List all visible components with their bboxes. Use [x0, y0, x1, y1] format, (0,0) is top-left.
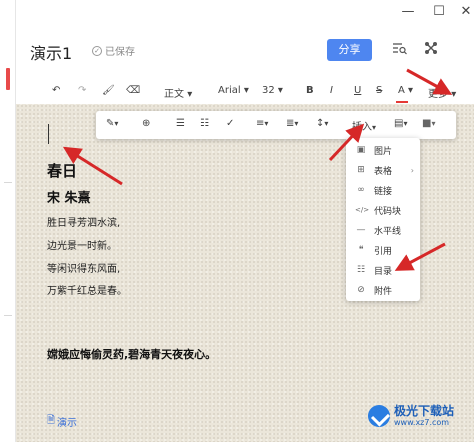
format-painter-icon[interactable]: 🖌	[102, 85, 115, 96]
app-sidebar-edge	[0, 0, 16, 442]
font-color-swatch	[396, 101, 408, 103]
align-icon[interactable]: ≡▾	[256, 118, 268, 129]
block-style-icon[interactable]: ▤▾	[394, 118, 407, 129]
link-icon: ∞	[357, 185, 365, 195]
menu-item-quote[interactable]: ❝ 引用	[346, 240, 420, 260]
sidebar-divider	[4, 315, 12, 316]
font-family-select[interactable]: Arial ▾	[218, 85, 249, 96]
clear-format-icon[interactable]: ⌫	[126, 85, 140, 96]
table-icon: ⊞	[357, 165, 365, 175]
watermark: 极光下载站 www.xz7.com	[368, 404, 454, 428]
indent-icon[interactable]: ≣▾	[286, 118, 298, 129]
menu-item-table[interactable]: ⊞ 表格 ›	[346, 160, 420, 180]
text-caret	[48, 124, 49, 144]
poem-author: 宋 朱熹	[47, 191, 91, 206]
underline-button[interactable]: U	[354, 85, 361, 96]
document-icon: 🗎	[47, 415, 56, 426]
poem-line: 胜日寻芳泗水滨,	[47, 218, 121, 229]
sidebar-divider	[4, 182, 12, 183]
more-button[interactable]: 更多 ▾	[428, 85, 456, 100]
watermark-url: www.xz7.com	[394, 418, 450, 427]
footer-link[interactable]: 🗎 演示	[47, 413, 77, 430]
numbered-list-icon[interactable]: ☷	[200, 118, 209, 129]
horizontal-rule-icon: —	[356, 225, 366, 235]
line-height-icon[interactable]: ↕▾	[316, 118, 328, 129]
check-list-icon[interactable]: ✓	[226, 118, 234, 129]
link-icon[interactable]: ⊕	[142, 118, 150, 129]
poem-line: 边光景一时新。	[47, 241, 117, 252]
quote-icon: ❝	[358, 245, 364, 255]
minimize-button[interactable]: —	[400, 4, 416, 19]
code-icon: </>	[355, 206, 370, 214]
close-button[interactable]: ✕	[458, 4, 474, 19]
menu-item-attachment[interactable]: ⊘ 附件	[346, 280, 420, 300]
cloud-check-icon: ✓	[92, 45, 102, 56]
watermark-name: 极光下载站	[394, 404, 455, 418]
insert-menu: ▣ 图片 ⊞ 表格 › ∞ 链接 </> 代码块 — 水平线 ❝ 引用 ☷ 目录 ⊘ 附件	[346, 138, 420, 301]
italic-button[interactable]: I	[330, 85, 333, 96]
toc-icon: ☷	[356, 265, 366, 275]
menu-item-horizontal-rule[interactable]: — 水平线	[346, 220, 420, 240]
menu-item-code-block[interactable]: </> 代码块	[346, 200, 420, 220]
menu-item-link[interactable]: ∞ 链接	[346, 180, 420, 200]
share-graph-icon[interactable]	[424, 41, 438, 59]
redo-icon[interactable]: ↷	[78, 85, 86, 96]
font-color-button[interactable]: A ▾	[398, 85, 413, 96]
poem-title: 春日	[47, 162, 78, 180]
paperclip-icon: ⊘	[357, 285, 365, 295]
bold-verse: 嫦娥应悔偷灵药,碧海青天夜夜心。	[47, 348, 217, 361]
save-status: ✓ 已保存	[92, 43, 135, 58]
save-status-label: 已保存	[105, 47, 135, 58]
sidebar-active-marker	[6, 68, 10, 90]
share-button[interactable]: 分享	[327, 39, 372, 61]
image-icon: ▣	[356, 145, 366, 155]
poem-line: 万紫千红总是春。	[47, 286, 127, 297]
color-block-icon[interactable]: ■▾	[422, 118, 435, 129]
maximize-button[interactable]: ☐	[431, 4, 447, 19]
highlight-icon[interactable]: ✎▾	[106, 118, 118, 129]
menu-item-image[interactable]: ▣ 图片	[346, 140, 420, 160]
watermark-logo-icon	[368, 405, 390, 427]
strikethrough-button[interactable]: S	[376, 85, 382, 96]
outline-search-icon[interactable]	[392, 41, 408, 59]
paragraph-style-select[interactable]: 正文 ▾	[164, 85, 192, 100]
bullet-list-icon[interactable]: ☰	[176, 118, 185, 129]
document-title[interactable]: 演示1	[30, 40, 72, 64]
undo-icon[interactable]: ↶	[52, 85, 60, 96]
footer-link-label: 演示	[57, 418, 78, 429]
insert-button[interactable]: 插入▾	[352, 118, 376, 133]
poem-line: 等闲识得东风面,	[47, 264, 121, 275]
chevron-right-icon: ›	[410, 165, 414, 175]
bold-button[interactable]: B	[306, 85, 314, 96]
menu-item-toc[interactable]: ☷ 目录	[346, 260, 420, 280]
font-size-select[interactable]: 32 ▾	[262, 85, 283, 96]
floating-toolbar: ✎▾ ⊕ ☰ ☷ ✓ ≡▾ ≣▾ ↕▾ 插入▾ ▤▾ ■▾	[96, 111, 456, 139]
